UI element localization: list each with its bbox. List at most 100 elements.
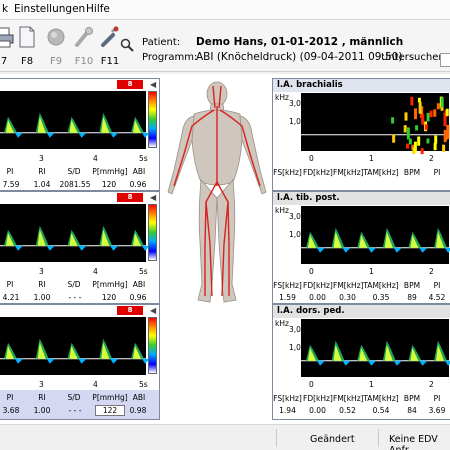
metric-value: 1.00 [30,406,54,415]
axis-tick: 0 [309,380,314,389]
metric-value: 0.96 [126,180,150,189]
spectrum-noise [410,97,413,106]
record-button-label: F9 [42,56,70,67]
axis-tick: 1 [369,380,374,389]
speaker-icon[interactable]: ◀ [150,193,159,202]
status-separator [276,429,277,447]
metric-value: 0.30 [333,293,362,302]
y-tick: 1,0 [289,117,301,126]
metric-value: 1.59 [273,293,302,302]
probe-icon [74,26,94,48]
metric-label: BPM [399,281,425,290]
metric-label: ABI [129,167,149,176]
axis-tick: 0 [309,154,314,163]
menu-item-settings[interactable]: Einstellungen [14,3,85,15]
metric-label: ABI [129,280,149,289]
doppler-graph-right-3 [273,305,450,421]
metric-label: P[mmHg] [90,167,130,176]
right-panel-tib-post: l.A. tib. post. kHz 3,0 1,0 0 1 2 FS[kHz… [272,191,450,304]
search-button[interactable] [120,22,138,70]
record-button[interactable]: F9 [42,22,70,70]
probe-button-label: F10 [70,56,98,67]
menu-item-help[interactable]: Hilfe [86,3,110,15]
axis-tick: 2 [429,380,434,389]
axis-tick: 5s [139,267,148,276]
metric-label: S/D [60,167,88,176]
metric-label: FD[kHz] [303,168,332,177]
metric-value: 0.00 [303,406,332,415]
metric-value: 1.94 [273,406,302,415]
document-button-label: F8 [13,56,41,67]
metric-label: ABI [129,393,149,402]
left-panel-1: ◀ 8 3 4 5s PI RI S/D P[mmHg] ABI 7.59 1.… [0,78,160,191]
metric-label: FS[kHz] [273,168,302,177]
axis-tick: 3 [39,267,44,276]
right-panel-brachialis: l.A. brachialis kHz 3,0 1,0 0 1 2 FS[kHz… [272,78,450,191]
metric-value: 0.00 [303,293,332,302]
axis-tick: 1 [369,267,374,276]
metric-value: 0.52 [333,406,362,415]
record-icon [46,26,66,48]
speaker-icon[interactable]: ◀ [150,80,159,89]
metric-value: 84 [399,406,425,415]
axis-tick: 3 [39,154,44,163]
metric-label: PI [427,394,447,403]
probe-button[interactable]: F10 [70,22,98,70]
spectrum-noise [421,114,424,125]
axis-tick: 5s [139,154,148,163]
pressure-input[interactable]: 122 [95,405,125,416]
spectrum-noise [446,109,449,116]
metric-label: S/D [60,393,88,402]
metric-label: S/D [60,280,88,289]
metric-value: 7.59 [0,180,23,189]
spectrum-noise [433,109,436,116]
axis-tick: 4 [93,380,98,389]
spectrum-noise [392,134,395,142]
y-unit: kHz [275,319,289,328]
axis-tick: 2 [429,154,434,163]
heart-rate-badge: 8 [117,306,143,315]
spectrum-noise [446,125,449,139]
search-icon [120,38,134,52]
metric-label: PI [427,168,447,177]
body-figure-image[interactable] [160,74,272,314]
metric-value: 1.00 [30,293,54,302]
axis-tick: 5s [139,380,148,389]
y-unit: kHz [275,206,289,215]
metric-label: TAM[kHz] [363,281,399,290]
document-button[interactable]: F8 [13,22,41,70]
metric-label: RI [33,167,51,176]
spectrum-noise [442,145,445,153]
y-unit: kHz [275,93,289,102]
color-scale-bar [148,317,157,374]
metric-label: PI [1,280,19,289]
menu-item-file[interactable]: k [2,3,8,15]
metric-label: FD[kHz] [303,394,332,403]
metric-label: FM[kHz] [333,168,362,177]
spectrum-noise [426,139,429,144]
metric-value: 120 [95,293,123,302]
spectrum-noise [437,103,440,109]
spectrum-background [301,206,449,264]
metric-label: FM[kHz] [333,394,362,403]
spectrum-noise [434,143,437,150]
patient-value: Demo Hans, 01-01-2012 , männlich [196,36,403,48]
metric-label: TAM[kHz] [363,394,399,403]
metric-value: 0.96 [126,293,150,302]
spectrum-noise [425,124,428,129]
metric-label: RI [33,393,51,402]
metric-value: 4.21 [0,293,23,302]
y-tick: 3,0 [289,325,301,334]
right-panel-dors-ped: l.A. dors. ped. kHz 3,0 1,0 0 1 2 FS[kHz… [272,304,450,420]
spectrum-noise [404,112,407,120]
spectrum-noise [406,144,409,149]
examiner-field[interactable] [440,53,450,67]
examiner-label: Untersucher: [381,52,446,63]
metric-label: FS[kHz] [273,394,302,403]
metric-value: 3.69 [427,406,447,415]
y-tick: 1,0 [289,343,301,352]
spectrum-noise [418,98,421,103]
speaker-icon[interactable]: ◀ [150,306,159,315]
metric-value: - - - [57,293,93,302]
metric-value: 0.54 [363,406,399,415]
